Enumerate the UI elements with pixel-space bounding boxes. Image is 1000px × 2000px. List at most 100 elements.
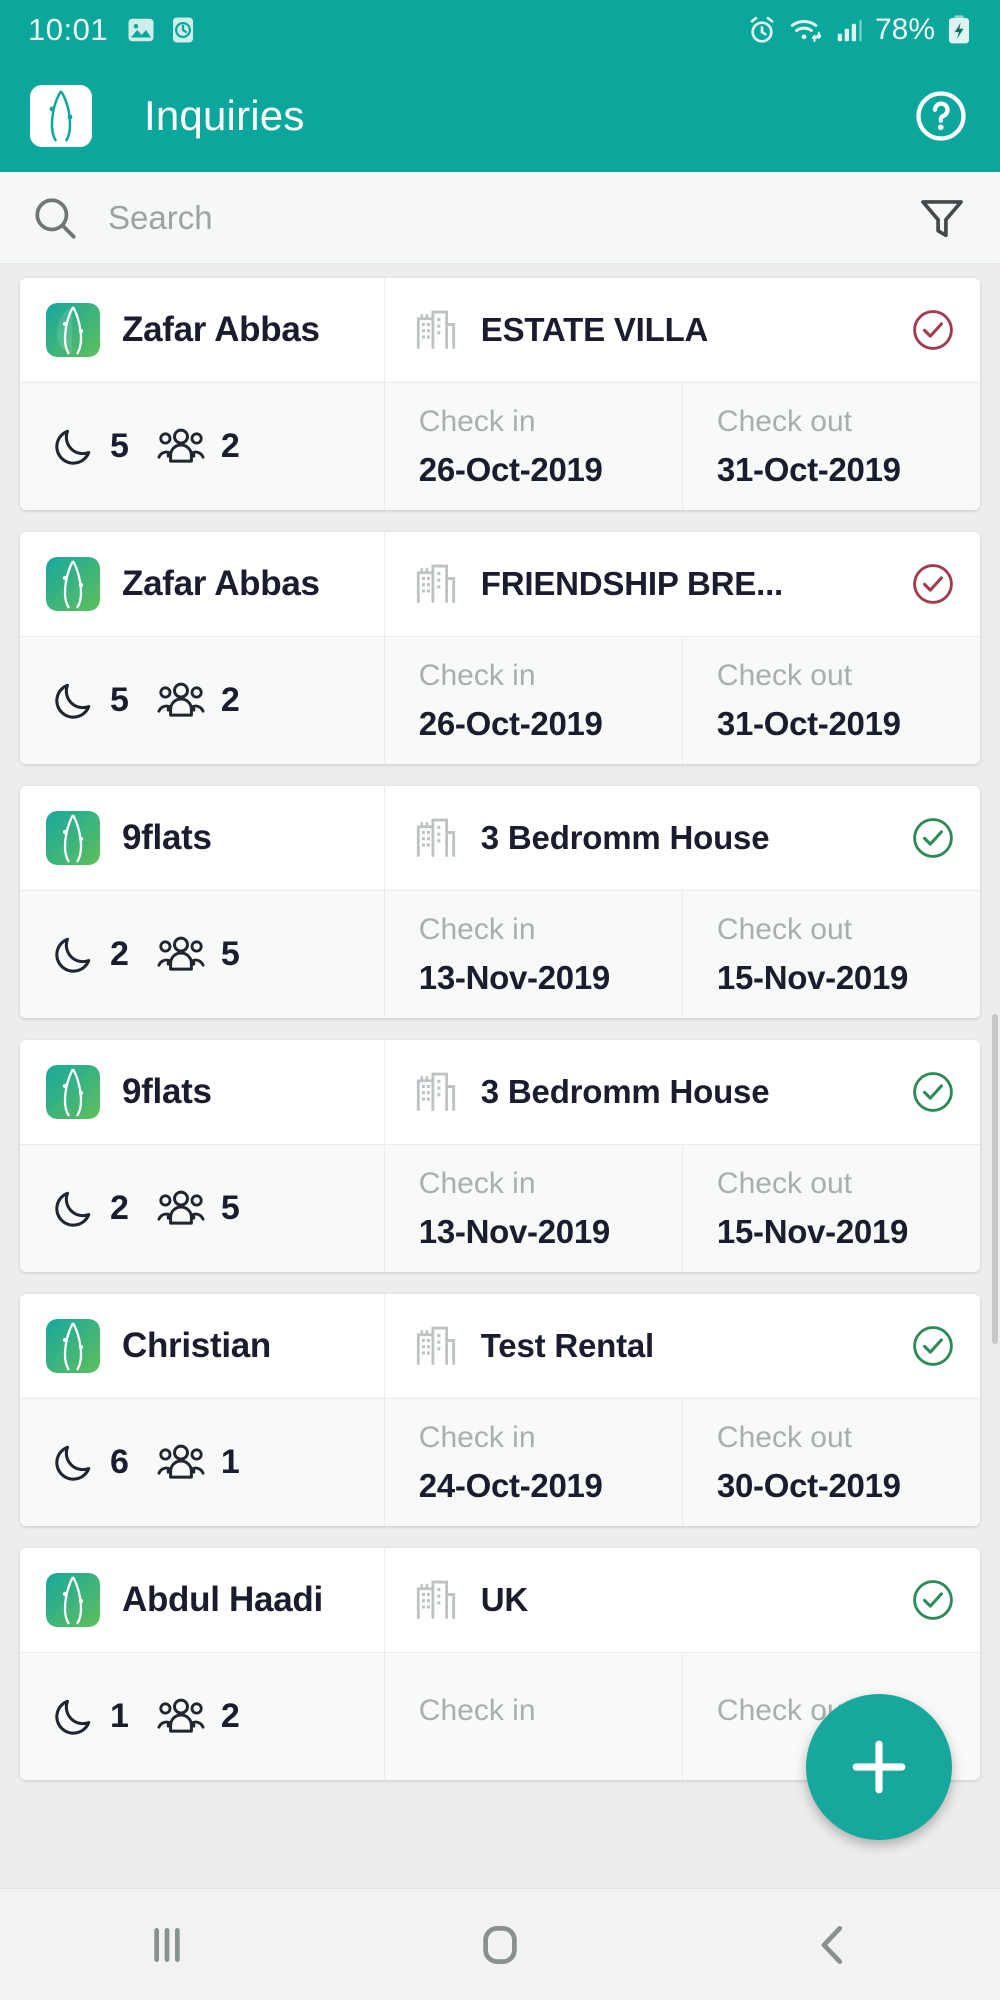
app-bar: Inquiries — [0, 60, 1000, 172]
nights-value: 2 — [110, 1189, 129, 1227]
stay-stats: 2 5 — [20, 891, 385, 1018]
moon-icon — [55, 429, 91, 465]
check-in-value: 26-Oct-2019 — [418, 450, 603, 488]
status-bar-clock: 10:01 — [28, 12, 109, 47]
nights-stat: 2 — [50, 1186, 129, 1232]
inquiry-card-header: Abdul Haadi UK — [20, 1548, 980, 1652]
filter-funnel-icon — [921, 199, 963, 237]
check-in-block: Check in 24-Oct-2019 — [385, 1399, 683, 1526]
people-group-icon — [157, 1698, 205, 1733]
check-out-block: Check out 31-Oct-2019 — [683, 637, 980, 764]
status-bar-notification-icons — [126, 15, 198, 45]
guest-section: Christian — [20, 1294, 385, 1398]
page-title: Inquiries — [144, 92, 305, 139]
property-section: UK — [385, 1548, 980, 1652]
inquiries-list[interactable]: Zafar Abbas ESTATE VILLA 5 2 Check in 26… — [0, 264, 1000, 1888]
status-badge[interactable] — [910, 307, 956, 353]
property-section: FRIENDSHIP BRE... — [385, 532, 980, 636]
search-bar[interactable]: Search — [0, 172, 1000, 264]
check-out-block: Check out 31-Oct-2019 — [683, 383, 980, 510]
check-out-value: 31-Oct-2019 — [716, 450, 901, 488]
nights-value: 1 — [110, 1697, 129, 1735]
stay-stats: 6 1 — [20, 1399, 385, 1526]
stay-stats: 1 2 — [20, 1653, 385, 1780]
search-input[interactable]: Search — [30, 193, 902, 243]
inquiry-card[interactable]: Zafar Abbas ESTATE VILLA 5 2 Check in 26… — [20, 278, 980, 510]
signal-icon — [837, 20, 862, 42]
property-name: Test Rental — [480, 1327, 655, 1364]
check-out-label: Check out — [716, 912, 852, 946]
inquiry-card[interactable]: Christian Test Rental 6 1 Check in 24-Oc… — [20, 1294, 980, 1526]
inquiry-card-details: 5 2 Check in 26-Oct-2019 Check out 31-Oc… — [20, 382, 980, 510]
app-logo — [30, 85, 92, 147]
guest-section: Zafar Abbas — [20, 278, 385, 382]
guest-name: Zafar Abbas — [122, 564, 320, 603]
check-in-label: Check in — [418, 1693, 536, 1727]
avatar — [46, 303, 100, 357]
check-out-block: Check out 15-Nov-2019 — [683, 891, 980, 1018]
inquiry-card-details: 6 1 Check in 24-Oct-2019 Check out 30-Oc… — [20, 1398, 980, 1526]
check-in-block: Check in 26-Oct-2019 — [385, 637, 683, 764]
inquiry-card[interactable]: Zafar Abbas FRIENDSHIP BRE... 5 2 Check … — [20, 532, 980, 764]
inquiry-card-header: Christian Test Rental — [20, 1294, 980, 1398]
guest-section: Abdul Haadi — [20, 1548, 385, 1652]
people-group-icon — [157, 936, 205, 971]
check-in-label: Check in — [418, 912, 536, 946]
property-section: Test Rental — [385, 1294, 980, 1398]
check-out-block: Check out 30-Oct-2019 — [683, 1399, 980, 1526]
avatar — [46, 1573, 100, 1627]
guests-stat: 5 — [155, 932, 240, 978]
guests-stat: 2 — [155, 1694, 240, 1740]
home-icon — [483, 1925, 517, 1964]
people-group-icon — [157, 1444, 205, 1479]
back-button[interactable] — [773, 1905, 893, 1985]
phone-screen: 10:01 78% Inquiries Search Zafar Abbas E… — [0, 0, 1000, 2000]
avatar — [46, 1319, 100, 1373]
status-badge[interactable] — [910, 561, 956, 607]
check-in-value: 13-Nov-2019 — [418, 958, 610, 996]
nights-stat: 5 — [50, 424, 129, 470]
add-inquiry-button[interactable] — [806, 1694, 952, 1840]
home-button[interactable] — [440, 1905, 560, 1985]
inquiry-card[interactable]: 9flats 3 Bedromm House 2 5 Check in 13-N… — [20, 1040, 980, 1272]
nights-stat: 1 — [50, 1694, 129, 1740]
guests-value: 2 — [220, 1697, 240, 1735]
inquiry-card[interactable]: 9flats 3 Bedromm House 2 5 Check in 13-N… — [20, 786, 980, 1018]
filter-button[interactable] — [914, 190, 970, 246]
check-in-block: Check in 13-Nov-2019 — [385, 1145, 683, 1272]
guest-name: 9flats — [122, 818, 212, 857]
status-badge[interactable] — [910, 1069, 956, 1115]
check-out-block: Check out 15-Nov-2019 — [683, 1145, 980, 1272]
battery-charging-icon — [949, 15, 969, 44]
guest-section: 9flats — [20, 1040, 385, 1144]
check-in-value: 13-Nov-2019 — [418, 1212, 610, 1250]
guests-value: 1 — [220, 1443, 240, 1481]
building-icon — [416, 564, 455, 603]
avatar — [46, 557, 100, 611]
check-out-value: 30-Oct-2019 — [716, 1466, 901, 1504]
wifi-icon — [790, 20, 822, 43]
leaf-avatar-icon — [46, 303, 100, 357]
recents-button[interactable] — [107, 1905, 227, 1985]
building-icon — [416, 310, 455, 349]
scrollbar[interactable] — [992, 1014, 998, 1344]
guests-value: 5 — [220, 1189, 240, 1227]
check-in-label: Check in — [418, 404, 536, 438]
help-button[interactable] — [912, 87, 970, 145]
leaf-avatar-icon — [46, 557, 100, 611]
search-icon — [35, 197, 76, 239]
guest-name: Zafar Abbas — [122, 310, 320, 349]
status-badge[interactable] — [910, 1323, 956, 1369]
check-out-label: Check out — [716, 658, 852, 692]
stay-stats: 5 2 — [20, 637, 385, 764]
guests-stat: 1 — [155, 1440, 240, 1486]
inquiry-card-details: 5 2 Check in 26-Oct-2019 Check out 31-Oc… — [20, 636, 980, 764]
status-badge[interactable] — [910, 815, 956, 861]
status-badge[interactable] — [910, 1577, 956, 1623]
guest-section: Zafar Abbas — [20, 532, 385, 636]
property-name: FRIENDSHIP BRE... — [480, 565, 784, 602]
recents-icon — [153, 1927, 180, 1962]
nights-value: 6 — [110, 1443, 129, 1481]
moon-icon — [55, 937, 91, 973]
check-out-label: Check out — [716, 404, 852, 438]
